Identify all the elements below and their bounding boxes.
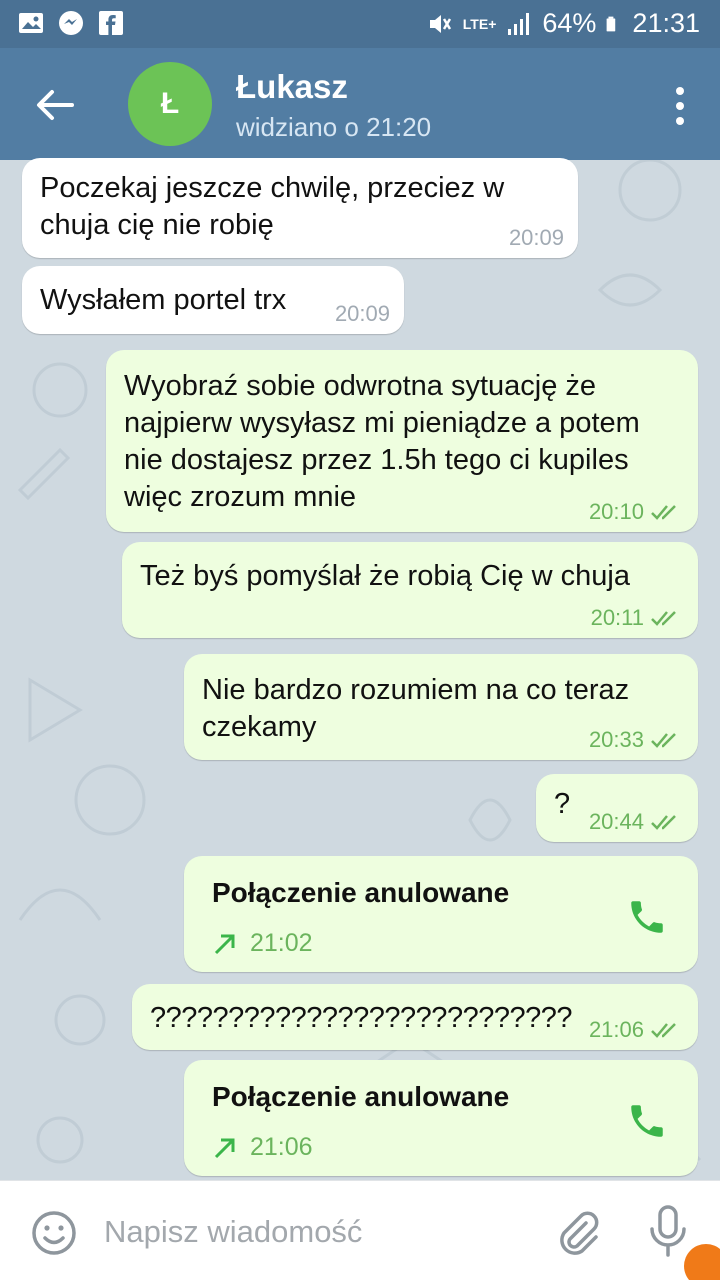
emoji-icon[interactable] — [30, 1209, 78, 1257]
read-receipt-icon — [651, 733, 676, 748]
message-time: 20:10 — [588, 499, 644, 524]
message-time: 20:44 — [588, 809, 644, 834]
call-bubble[interactable]: Połączenie anulowane 21:02 — [184, 856, 698, 972]
back-arrow-icon[interactable] — [30, 80, 80, 130]
message-bubble-outgoing[interactable]: Nie bardzo rozumiem na co teraz czekamy … — [184, 654, 698, 760]
message-bubble-outgoing[interactable]: Też byś pomyślał że robią Cię w chuja 20… — [122, 542, 698, 638]
message-time: 20:11 — [590, 605, 644, 630]
contact-name[interactable]: Łukasz — [236, 68, 348, 106]
message-bubble-outgoing[interactable]: ??????????????????????????? 21:06 — [132, 984, 698, 1050]
call-bubble[interactable]: Połączenie anulowane 21:06 — [184, 1060, 698, 1176]
message-time: 20:09 — [334, 301, 390, 326]
message-time: 20:33 — [588, 727, 644, 752]
read-receipt-icon — [651, 815, 676, 830]
message-bubble-outgoing[interactable]: ? 20:44 — [536, 774, 698, 842]
gallery-icon — [19, 13, 43, 33]
last-seen-status: widziano o 21:20 — [236, 112, 432, 142]
message-text: Poczekaj jeszcze chwilę, przeciez w chuj… — [40, 172, 505, 241]
message-bubble-incoming[interactable]: Wysłałem portel trx 20:09 — [22, 266, 404, 334]
battery-icon — [607, 16, 616, 31]
more-options-icon[interactable] — [672, 86, 688, 126]
call-status-text: Połączenie anulowane — [212, 1081, 510, 1112]
messenger-icon — [59, 11, 83, 35]
message-time: 20:09 — [508, 225, 564, 250]
message-time: 21:06 — [588, 1017, 644, 1042]
message-bubble-outgoing[interactable]: Wyobraź sobie odwrotna sytuację że najpi… — [106, 350, 698, 532]
avatar[interactable]: Ł — [128, 62, 212, 146]
facebook-icon — [99, 11, 123, 35]
outgoing-call-arrow-icon — [214, 934, 235, 954]
outgoing-call-arrow-icon — [214, 1138, 235, 1158]
message-text: Wyobraź sobie odwrotna sytuację że najpi… — [124, 370, 640, 513]
message-bubble-incoming[interactable]: Poczekaj jeszcze chwilę, przeciez w chuj… — [22, 158, 578, 258]
read-receipt-icon — [651, 611, 676, 626]
network-label: LTE+ — [462, 15, 497, 32]
message-input[interactable] — [104, 1209, 524, 1255]
message-text: Też byś pomyślał że robią Cię w chuja — [140, 560, 630, 592]
chat-header: Ł Łukasz widziano o 21:20 — [0, 48, 720, 160]
signal-icon — [508, 12, 530, 35]
mute-icon — [429, 14, 451, 33]
microphone-icon[interactable] — [646, 1205, 690, 1259]
clock: 21:31 — [632, 8, 700, 38]
paperclip-icon[interactable] — [552, 1207, 602, 1257]
call-status-text: Połączenie anulowane — [212, 877, 510, 908]
phone-icon[interactable] — [626, 1100, 668, 1142]
read-receipt-icon — [651, 505, 676, 520]
call-time: 21:02 — [250, 929, 313, 957]
message-composer — [0, 1180, 720, 1280]
status-bar: LTE+ 64% 21:31 — [0, 0, 720, 48]
read-receipt-icon — [651, 1023, 676, 1038]
battery-percent: 64% — [542, 8, 597, 38]
call-time: 21:06 — [250, 1133, 313, 1161]
phone-icon[interactable] — [626, 896, 668, 938]
